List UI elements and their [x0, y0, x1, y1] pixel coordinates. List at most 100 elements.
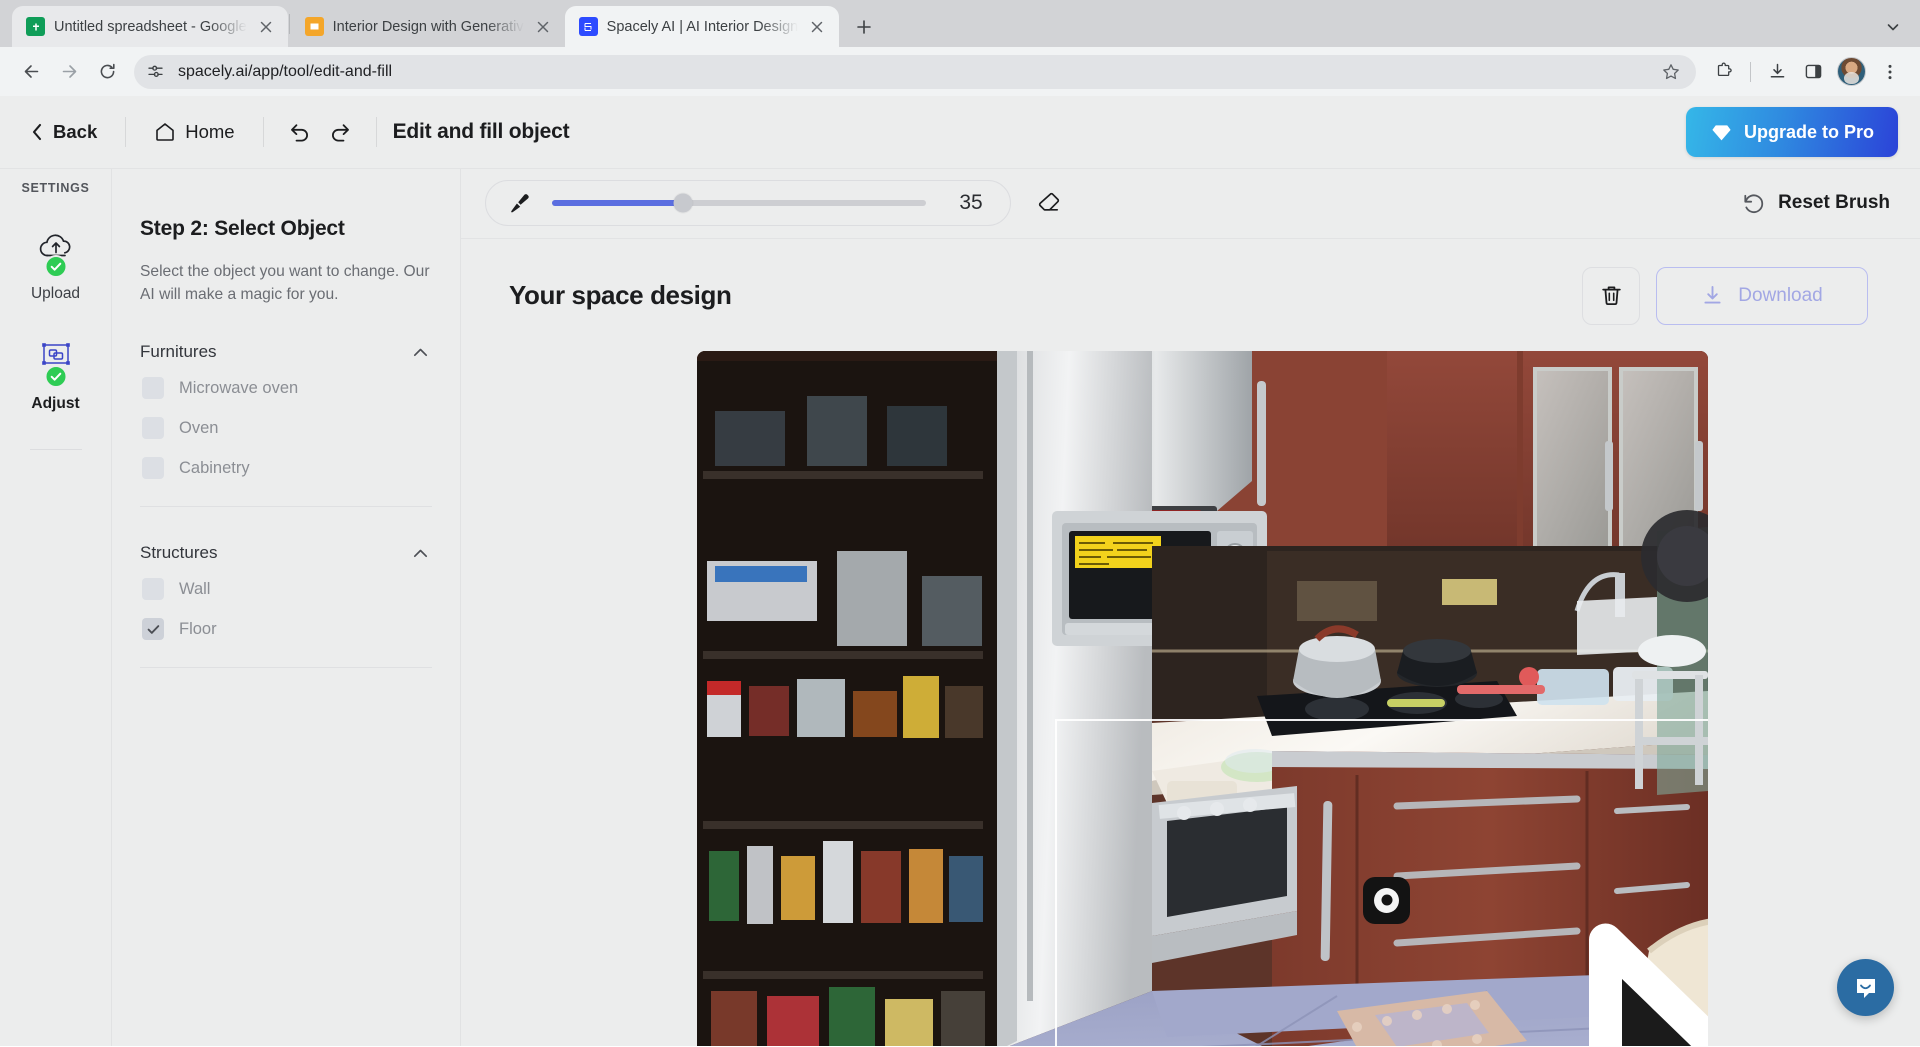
checkbox[interactable]: [142, 618, 164, 640]
option-oven[interactable]: Oven: [140, 408, 432, 448]
new-tab-button[interactable]: [847, 10, 881, 44]
home-label: Home: [185, 121, 234, 143]
trash-icon: [1599, 283, 1624, 308]
rail-divider: [30, 449, 82, 450]
downloads-icon[interactable]: [1761, 56, 1793, 88]
delete-button[interactable]: [1582, 267, 1640, 325]
option-label: Oven: [179, 419, 218, 438]
toolbar-divider: [1750, 62, 1751, 82]
group-header-structures[interactable]: Structures: [140, 537, 432, 569]
checkbox[interactable]: [142, 377, 164, 399]
eraser-icon: [1036, 190, 1062, 216]
browser-toolbar: spacely.ai/app/tool/edit-and-fill: [0, 47, 1920, 96]
browser-tab-title: Untitled spreadsheet - Google: [54, 19, 247, 35]
canvas-header: Your space design Download: [509, 267, 1896, 325]
spacely-icon: [579, 17, 598, 36]
step-panel: Step 2: Select Object Select the object …: [112, 169, 461, 1046]
checkbox[interactable]: [142, 457, 164, 479]
completed-check-icon: [44, 255, 67, 278]
page-title: Edit and fill object: [393, 120, 570, 144]
chevron-left-icon: [30, 123, 44, 141]
download-icon: [1701, 284, 1724, 307]
brush-size-control[interactable]: 35: [485, 180, 1011, 226]
home-button[interactable]: Home: [142, 115, 246, 149]
tab-list-chevron-icon[interactable]: [1878, 12, 1908, 42]
header-divider: [263, 117, 264, 147]
group-title: Structures: [140, 543, 217, 563]
reload-icon[interactable]: [90, 55, 124, 89]
diamond-icon: [1710, 121, 1733, 144]
browser-tab-3[interactable]: Spacely AI | AI Interior Design: [565, 6, 840, 47]
rail-item-adjust[interactable]: Adjust: [0, 335, 111, 413]
rail-item-label: Adjust: [31, 395, 79, 413]
canvas-actions: Download: [1582, 267, 1868, 325]
back-button[interactable]: Back: [24, 115, 109, 149]
extensions-icon[interactable]: [1708, 56, 1740, 88]
option-label: Microwave oven: [179, 379, 298, 398]
chat-bubble-icon: [1852, 974, 1880, 1002]
bookmark-star-icon[interactable]: [1658, 59, 1684, 85]
browser-chrome: Untitled spreadsheet - Google Interior D…: [0, 0, 1920, 96]
check-icon: [146, 622, 161, 637]
rail-item-label: Upload: [31, 285, 80, 303]
group-divider: [140, 667, 432, 668]
eraser-button[interactable]: [1029, 183, 1069, 223]
back-icon[interactable]: [14, 55, 48, 89]
brush-donut-icon: [1374, 888, 1399, 913]
app-body: SETTINGS Upload: [0, 169, 1920, 1046]
forward-icon[interactable]: [52, 55, 86, 89]
close-icon[interactable]: [533, 17, 553, 37]
undo-button[interactable]: [280, 112, 320, 152]
close-icon[interactable]: [256, 17, 276, 37]
option-cabinetry[interactable]: Cabinetry: [140, 448, 432, 488]
checkbox[interactable]: [142, 578, 164, 600]
group-furnitures: Furnitures Microwave oven Oven Cabinetry: [140, 336, 432, 507]
option-label: Wall: [179, 580, 210, 599]
site-settings-icon[interactable]: [144, 61, 166, 83]
rail-item-upload[interactable]: Upload: [0, 225, 111, 303]
group-header-furnitures[interactable]: Furnitures: [140, 336, 432, 368]
orange-square-icon: [305, 17, 324, 36]
chevron-up-icon[interactable]: [411, 343, 430, 362]
profile-avatar[interactable]: [1837, 57, 1866, 86]
reset-brush-button[interactable]: Reset Brush: [1736, 185, 1896, 221]
photo-wrapper: [697, 351, 1708, 1046]
checkbox[interactable]: [142, 417, 164, 439]
omnibox[interactable]: spacely.ai/app/tool/edit-and-fill: [134, 55, 1696, 89]
option-wall[interactable]: Wall: [140, 569, 432, 609]
side-panel-icon[interactable]: [1797, 56, 1829, 88]
paintbrush-icon[interactable]: [506, 190, 532, 216]
step-description: Select the object you want to change. Ou…: [140, 261, 432, 306]
option-label: Cabinetry: [179, 459, 250, 478]
chat-support-button[interactable]: [1837, 959, 1894, 1016]
browser-tabstrip: Untitled spreadsheet - Google Interior D…: [0, 0, 1920, 47]
slider-fill: [552, 200, 683, 206]
brush-toolbar: 35 Reset Brush: [461, 169, 1920, 239]
chrome-menu-icon[interactable]: [1874, 56, 1906, 88]
app-header: Back Home Edit and fill object Upgrade t…: [0, 96, 1920, 169]
tab-separator: [289, 14, 290, 34]
redo-button[interactable]: [320, 112, 360, 152]
chevron-up-icon[interactable]: [411, 544, 430, 563]
download-button[interactable]: Download: [1656, 267, 1868, 325]
settings-rail-label: SETTINGS: [21, 181, 89, 195]
close-icon[interactable]: [807, 17, 827, 37]
google-sheets-icon: [26, 17, 45, 36]
brush-size-slider[interactable]: [552, 200, 926, 206]
option-microwave-oven[interactable]: Microwave oven: [140, 368, 432, 408]
slider-thumb[interactable]: [673, 194, 692, 213]
kitchen-photo[interactable]: [697, 351, 1708, 1046]
browser-tab-2[interactable]: Interior Design with Generativ: [291, 6, 565, 47]
undo-icon: [288, 120, 312, 144]
header-divider: [376, 117, 377, 147]
browser-tab-1[interactable]: Untitled spreadsheet - Google: [12, 6, 288, 47]
redo-icon: [328, 120, 352, 144]
download-label: Download: [1738, 285, 1823, 307]
option-floor[interactable]: Floor: [140, 609, 432, 649]
kitchen-photo-graphic: [697, 351, 1708, 1046]
reset-brush-label: Reset Brush: [1778, 192, 1890, 214]
main-area: 35 Reset Brush Your space design: [461, 169, 1920, 1046]
upgrade-label: Upgrade to Pro: [1744, 122, 1874, 143]
upgrade-to-pro-button[interactable]: Upgrade to Pro: [1686, 107, 1898, 157]
group-title: Furnitures: [140, 342, 217, 362]
